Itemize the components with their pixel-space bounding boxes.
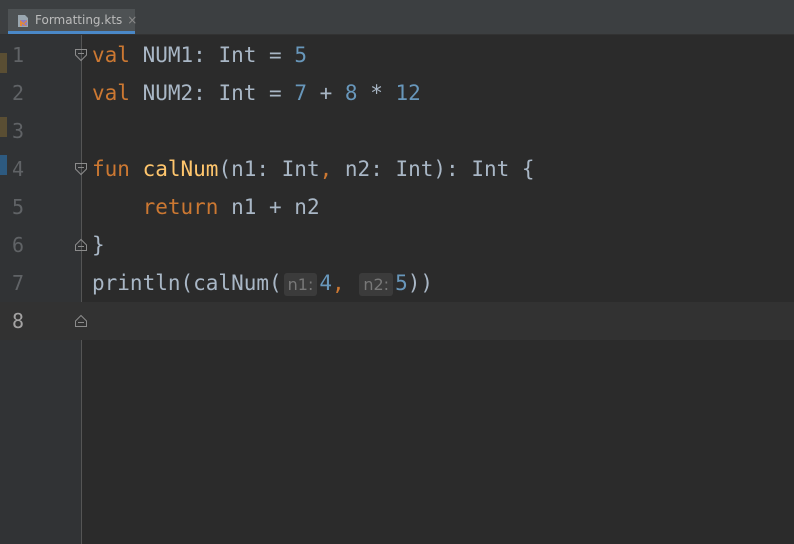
- line-number: 6: [12, 233, 25, 257]
- number-literal: 8: [344, 81, 358, 105]
- code-line-4: fun calNum(n1: Int, n2: Int): Int {: [92, 150, 535, 188]
- declaration-text: NUM1: Int =: [129, 43, 295, 67]
- keyword-val: val: [92, 43, 130, 67]
- keyword-val: val: [92, 81, 130, 105]
- line-number: 7: [12, 271, 25, 295]
- declaration-text: NUM2: Int =: [129, 81, 295, 105]
- parameter-text: (n1: Int: [218, 157, 320, 181]
- close-icon[interactable]: ×: [127, 13, 137, 27]
- operator: +: [306, 81, 345, 105]
- argument-literal: 5: [395, 271, 408, 295]
- fold-open-icon[interactable]: [74, 48, 88, 62]
- number-literal: 7: [294, 81, 307, 105]
- line-number: 3: [12, 119, 25, 143]
- parameter-text: n2: Int): Int {: [332, 157, 535, 181]
- function-name: calNum: [142, 157, 219, 181]
- tab-formatting-kts[interactable]: Formatting.kts ×: [8, 9, 137, 34]
- number-literal: 12: [395, 81, 421, 105]
- change-marker: [0, 117, 7, 137]
- return-expression: n1 + n2: [218, 195, 320, 219]
- structure-strip: [0, 35, 7, 544]
- call-close: )): [407, 271, 434, 295]
- argument-literal: 4: [319, 271, 333, 295]
- fold-close-icon[interactable]: [74, 314, 88, 328]
- current-line-highlight: [0, 302, 794, 340]
- operator: *: [357, 81, 396, 105]
- editor-tab-bar: Formatting.kts ×: [0, 0, 794, 35]
- code-line-7: println(calNum(n1: 4, n2: 5)): [92, 264, 433, 304]
- code-line-6: }: [92, 226, 105, 264]
- fold-close-icon[interactable]: [74, 238, 88, 252]
- comma: ,: [319, 157, 333, 181]
- kotlin-script-file-icon: [17, 13, 30, 27]
- call-text: println(calNum(: [92, 271, 282, 295]
- fold-open-icon[interactable]: [74, 162, 88, 176]
- line-number: 8: [12, 309, 25, 333]
- tab-label: Formatting.kts: [35, 13, 123, 27]
- parameter-hint: n1:: [283, 273, 318, 296]
- code-line-5: return n1 + n2: [92, 188, 320, 226]
- code-line-1: val NUM1: Int = 5: [92, 36, 307, 74]
- number-literal: 5: [294, 43, 307, 67]
- line-number: 2: [12, 81, 25, 105]
- line-number: 4: [12, 157, 25, 181]
- keyword-fun: fun: [92, 157, 130, 181]
- code-line-2: val NUM2: Int = 7 + 8 * 12: [92, 74, 421, 112]
- parameter-hint: n2:: [359, 273, 394, 296]
- change-marker: [0, 53, 7, 73]
- comma: ,: [332, 271, 345, 295]
- selection-marker: [0, 155, 7, 175]
- line-number: 1: [12, 43, 25, 67]
- line-number: 5: [12, 195, 25, 219]
- closing-brace: }: [92, 233, 105, 257]
- keyword-return: return: [142, 195, 219, 219]
